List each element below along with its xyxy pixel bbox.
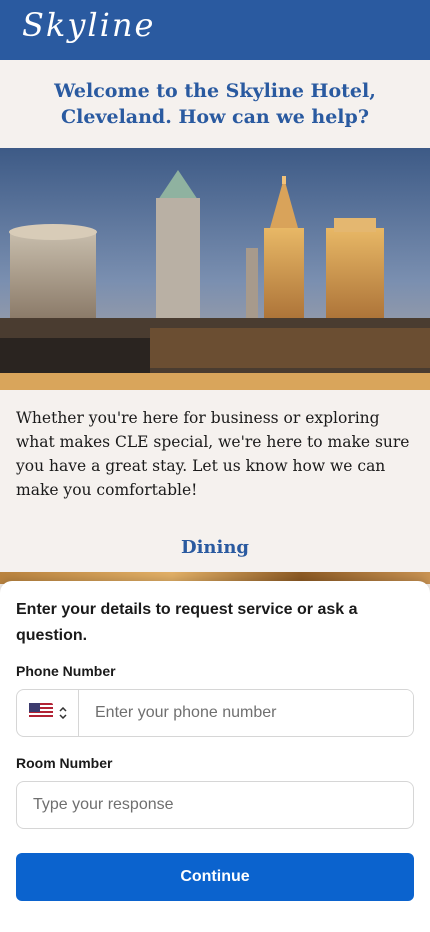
top-bar: Skyline — [0, 0, 430, 60]
chevron-up-down-icon — [58, 707, 67, 719]
room-number-label: Room Number — [16, 755, 113, 771]
welcome-heading: Welcome to the Skyline Hotel, Cleveland.… — [54, 80, 376, 128]
country-code-selector[interactable] — [17, 690, 79, 736]
intro-text: Whether you're here for business or expl… — [16, 409, 410, 499]
phone-field — [16, 689, 414, 737]
room-number-input[interactable] — [16, 781, 414, 829]
city-skyline-photo — [0, 148, 430, 390]
dining-section: Dining — [0, 522, 430, 572]
welcome-section: Welcome to the Skyline Hotel, Cleveland.… — [0, 60, 430, 148]
dining-link[interactable]: Dining — [181, 537, 249, 558]
service-request-sheet: Enter your details to request service or… — [0, 581, 430, 932]
continue-button[interactable]: Continue — [16, 853, 414, 901]
sheet-title: Enter your details to request service or… — [16, 601, 358, 644]
phone-number-label: Phone Number — [16, 663, 116, 679]
hero-image — [0, 148, 430, 390]
phone-number-input[interactable] — [79, 690, 413, 736]
brand-logo[interactable]: Skyline — [22, 6, 155, 44]
us-flag-icon — [28, 702, 53, 724]
intro-section: Whether you're here for business or expl… — [0, 390, 430, 522]
